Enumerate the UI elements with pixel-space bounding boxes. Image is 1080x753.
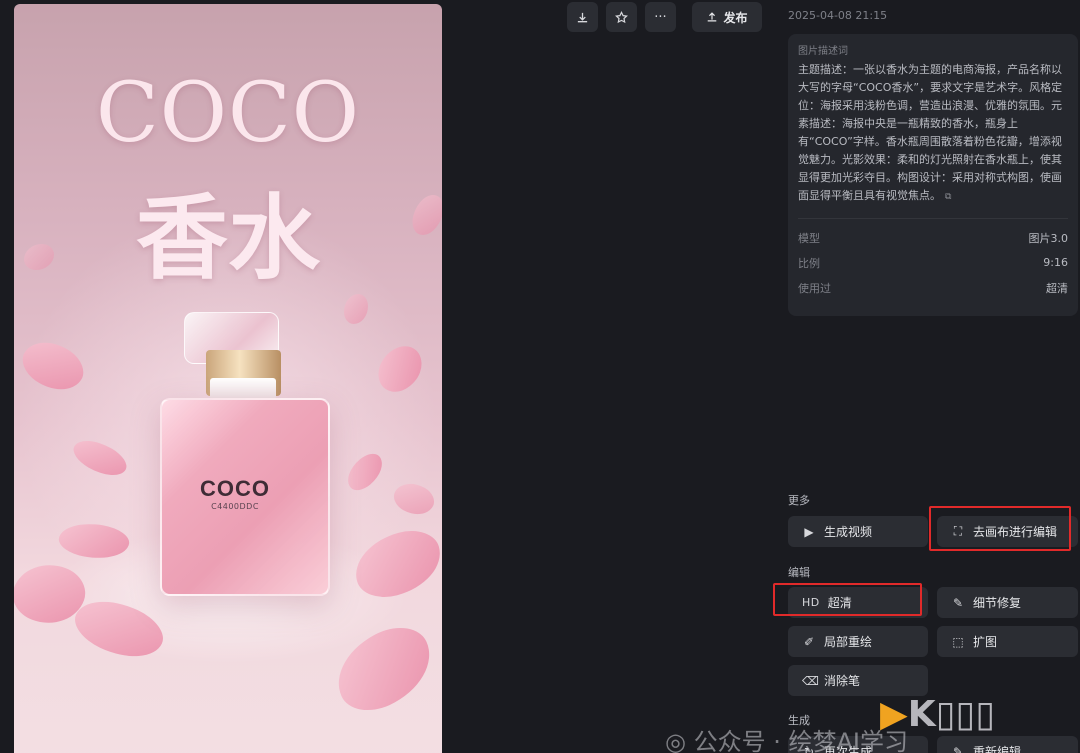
meta-label: 模型 [798,231,820,245]
publish-label: 发布 [723,10,748,25]
inpaint-button[interactable]: ✐ 局部重绘 [788,626,928,657]
meta-row-model: 模型 图片3.0 [798,225,1068,250]
meta-value: 图片3.0 [1028,231,1069,245]
watermark-text: 公众号 · 绘梦AI学习 [693,728,908,753]
detail-repair-button[interactable]: ✎ 细节修复 [937,587,1078,618]
eraser-icon: ⌫ [802,673,819,688]
wechat-icon: ◎ [665,728,686,753]
section-label-more: 更多 [788,494,810,507]
timestamp: 2025-04-08 21:15 [788,9,888,22]
poster-subtitle: 香水 [135,184,320,292]
bottle-code: C4400DDC [211,502,259,511]
canvas-icon: ⛶ [953,524,963,538]
petal [14,330,92,402]
download-icon [577,12,588,22]
petal [369,339,431,399]
button-label: 细节修复 [973,596,1022,610]
button-label: 去画布进行编辑 [973,525,1058,539]
meta-row-ratio: 比例 9:16 [798,250,1068,275]
petal [340,448,390,496]
upscale-button[interactable]: HD 超清 [788,587,928,618]
meta-row-used: 使用过 超清 [798,275,1068,300]
petal [344,294,368,324]
expand-button[interactable]: ⬚ 扩图 [937,626,1078,657]
download-button[interactable] [567,2,598,32]
button-label: 超清 [827,596,852,610]
favorite-button[interactable] [606,2,637,32]
button-label: 生成视频 [824,525,873,539]
description-body: 主题描述：一张以香水为主题的电商海报，产品名称以大写的字母“COCO香水”，要求… [798,63,1063,202]
button-label: 扩图 [973,635,998,649]
description-text[interactable]: 主题描述：一张以香水为主题的电商海报，产品名称以大写的字母“COCO香水”，要求… [798,61,1068,206]
star-icon [615,10,628,23]
more-button[interactable]: ··· [645,2,676,32]
section-label-edit: 编辑 [788,566,810,579]
image-info-panel: 图片描述词 主题描述：一张以香水为主题的电商海报，产品名称以大写的字母“COCO… [788,34,1078,316]
canvas-edit-button[interactable]: ⛶ 去画布进行编辑 [937,516,1078,547]
bottle-logo: COCO [200,476,270,501]
upload-icon [708,12,717,22]
ellipsis-icon: ··· [654,9,667,25]
poster-title: COCO [96,66,360,161]
expand-icon: ⬚ [952,634,964,649]
brush-icon: ✐ [803,634,815,649]
copy-icon[interactable]: ⧉ [945,192,951,202]
meta-value: 超清 [1046,281,1068,295]
bottle-band [210,378,276,400]
watermark: ◎ 公众号 · 绘梦AI学习 [665,722,908,753]
button-label: 消除笔 [824,674,861,688]
video-icon: ▶ [804,524,814,539]
meta-value: 9:16 [1043,256,1068,269]
petal [389,476,439,522]
eraser-button[interactable]: ⌫ 消除笔 [788,665,928,696]
generated-poster-image[interactable]: COCO 香水 COCO C4400DDC [14,4,442,753]
description-heading: 图片描述词 [798,46,848,57]
hd-icon: HD [802,596,820,609]
meta-label: 使用过 [798,281,831,295]
divider [798,218,1068,219]
button-label: 局部重绘 [824,635,873,649]
watermark-logo: ▶K▯▯▯ [880,694,996,735]
publish-button[interactable]: 发布 [692,2,762,32]
magic-wand-icon: ✎ [952,595,964,610]
meta-label: 比例 [798,256,820,270]
generate-video-button[interactable]: ▶ 生成视频 [788,516,928,547]
petal [68,431,132,485]
